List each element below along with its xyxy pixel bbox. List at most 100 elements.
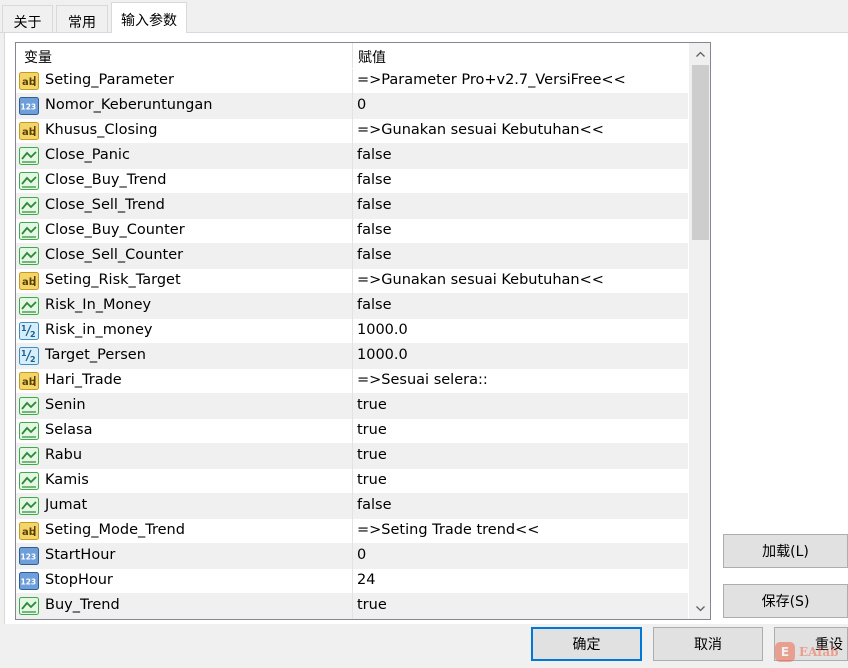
parameter-value[interactable]: =>Seting Trade trend<< [357,522,539,538]
parameter-value[interactable]: false [357,497,392,513]
parameter-value[interactable]: true [357,422,387,438]
parameter-row[interactable]: Risk_In_Money false [16,294,688,319]
parameter-value[interactable]: 24 [357,572,375,588]
bool-chart-icon [19,147,39,165]
parameter-row[interactable]: 1 2 Risk_in_money 1000.0 [16,319,688,344]
parameter-value[interactable]: false [357,147,392,163]
svg-text:123: 123 [21,553,37,562]
parameter-row[interactable]: Kamis true [16,469,688,494]
parameter-value[interactable]: =>Gunakan sesuai Kebutuhan<< [357,272,604,288]
parameter-name: Selasa [45,422,93,438]
watermark-text: EAfab [799,645,839,659]
column-divider [352,269,353,294]
bool-chart-icon [19,422,39,440]
parameter-row[interactable]: Senin true [16,394,688,419]
bool-chart-icon [19,447,39,465]
parameter-row[interactable]: Rabu true [16,444,688,469]
parameter-row[interactable]: 123 StartHour 0 [16,544,688,569]
parameter-name: Nomor_Keberuntungan [45,97,213,113]
header-value[interactable]: 赋值 [358,47,386,67]
parameter-name: Close_Panic [45,147,130,163]
parameter-value[interactable]: false [357,172,392,188]
123-integer-icon: 123 [19,97,39,115]
parameter-row[interactable]: Close_Sell_Trend false [16,194,688,219]
tab-common[interactable]: 常用 [56,5,108,32]
parameter-value[interactable]: true [357,447,387,463]
header-divider[interactable] [352,43,353,68]
cancel-button[interactable]: 取消 [653,627,763,661]
parameter-row[interactable]: ab Seting_Parameter =>Parameter Pro+v2.7_V… [16,69,688,94]
parameter-row[interactable]: 1 2 Target_Persen 1000.0 [16,344,688,369]
parameter-value[interactable]: true [357,397,387,413]
parameter-value[interactable]: true [357,472,387,488]
svg-text:1: 1 [21,349,27,358]
parameter-row[interactable]: Close_Buy_Trend false [16,169,688,194]
bool-chart-icon [19,222,39,240]
parameter-value[interactable]: 0 [357,97,366,113]
parameter-name: Jumat [45,497,88,513]
parameter-value[interactable]: 0 [357,547,366,563]
ok-button[interactable]: 确定 [531,627,642,661]
bool-chart-icon [19,297,39,315]
parameter-row[interactable]: ab Khusus_Closing =>Gunakan sesuai Kebutuh… [16,119,688,144]
parameter-name: Close_Buy_Trend [45,172,167,188]
parameter-row[interactable]: Buy_Trend true [16,594,688,619]
scroll-up-button[interactable] [690,43,710,64]
parameter-name: Seting_Mode_Trend [45,522,185,538]
watermark-badge: E [775,642,795,662]
parameter-name: StopHour [45,572,113,588]
column-divider [352,294,353,319]
parameter-row[interactable]: 123 StopHour 24 [16,569,688,594]
tab-bar: 关于 常用 输入参数 [0,0,848,33]
parameter-value[interactable]: =>Sesuai selera:: [357,372,488,388]
parameter-value[interactable]: false [357,197,392,213]
tab-about[interactable]: 关于 [2,5,53,32]
column-divider [352,369,353,394]
parameter-row[interactable]: 123 Nomor_Keberuntungan 0 [16,94,688,119]
parameter-name: Target_Persen [45,347,146,363]
parameter-value[interactable]: =>Parameter Pro+v2.7_VersiFree<< [357,72,626,88]
chevron-down-icon [696,605,705,611]
column-divider [352,519,353,544]
parameter-name: Rabu [45,447,83,463]
column-divider [352,69,353,94]
parameter-name: Seting_Risk_Target [45,272,181,288]
column-divider [352,219,353,244]
column-divider [352,594,353,619]
column-divider [352,344,353,369]
parameter-name: StartHour [45,547,116,563]
parameter-value[interactable]: true [357,597,387,613]
column-divider [352,444,353,469]
parameter-name: Kamis [45,472,89,488]
parameter-row[interactable]: ab Seting_Risk_Target =>Gunakan sesuai Keb… [16,269,688,294]
parameter-row[interactable]: Selasa true [16,419,688,444]
column-divider [352,319,353,344]
scroll-down-button[interactable] [690,598,710,619]
column-divider [352,169,353,194]
parameter-value[interactable]: false [357,222,392,238]
parameter-row[interactable]: ab Hari_Trade =>Sesuai selera:: [16,369,688,394]
parameter-value[interactable]: =>Gunakan sesuai Kebutuhan<< [357,122,604,138]
save-button[interactable]: 保存(S) [723,584,848,618]
parameter-row[interactable]: Close_Buy_Counter false [16,219,688,244]
tab-input-parameters[interactable]: 输入参数 [111,2,187,33]
load-button[interactable]: 加载(L) [723,534,848,568]
parameter-row[interactable]: ab Seting_Mode_Trend =>Seting Trade trend<… [16,519,688,544]
parameter-value[interactable]: 1000.0 [357,347,408,363]
vertical-scrollbar[interactable] [689,43,710,619]
column-divider [352,469,353,494]
parameter-row[interactable]: Close_Panic false [16,144,688,169]
parameter-value[interactable]: false [357,297,392,313]
parameter-value[interactable]: 1000.0 [357,322,408,338]
parameter-row[interactable]: Jumat false [16,494,688,519]
column-divider [352,419,353,444]
parameter-value[interactable]: false [357,247,392,263]
svg-text:123: 123 [21,578,37,587]
half-double-icon: 12 [19,347,39,365]
column-divider [352,119,353,144]
header-variable[interactable]: 变量 [24,47,52,67]
scroll-thumb[interactable] [692,65,709,240]
parameter-row[interactable]: Close_Sell_Counter false [16,244,688,269]
column-divider [352,194,353,219]
bool-chart-icon [19,472,39,490]
